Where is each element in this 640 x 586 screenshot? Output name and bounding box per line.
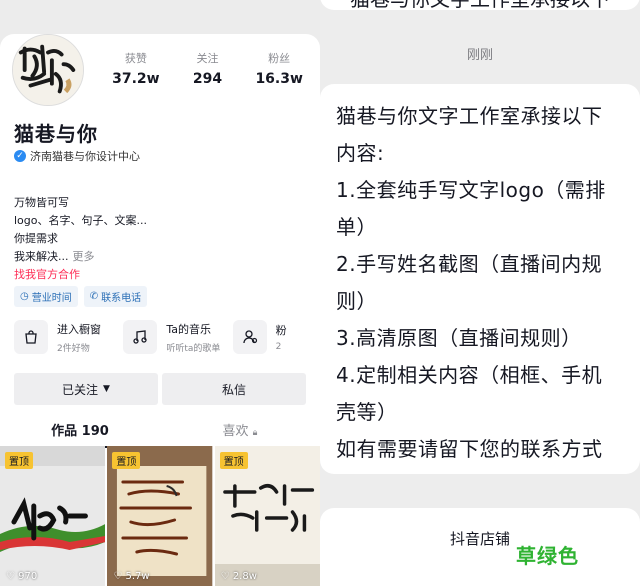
likes-count: 2.8w bbox=[232, 571, 257, 582]
stat-following[interactable]: 关注 294 bbox=[172, 50, 244, 87]
video-grid: 置顶 ♡ 970 置顶 ♡ 5.7w 置顶 ♡ 2.8w bbox=[0, 446, 320, 586]
message-timestamp: 刚刚 bbox=[466, 48, 493, 63]
shopping-bag-icon bbox=[14, 320, 48, 354]
message-line: 则） bbox=[336, 289, 377, 313]
shortcut-title: 进入橱窗 bbox=[57, 322, 101, 336]
previous-message-bubble[interactable]: 猫巷与你文字工作室承接以下 bbox=[320, 0, 640, 10]
shortcut-title: Ta的音乐 bbox=[166, 322, 211, 336]
tag-label: 营业时间 bbox=[31, 293, 72, 304]
tab-likes[interactable]: 喜欢 🔒︎ bbox=[160, 418, 320, 448]
profile-panel: 获赞 37.2w 关注 294 粉丝 16.3w 猫巷与你 ✓ 济南猫巷与你设计… bbox=[0, 0, 320, 586]
pinned-badge: 置顶 bbox=[5, 452, 33, 469]
bio-more-link[interactable]: 更多 bbox=[73, 250, 95, 263]
profile-bio: 万物皆可写 logo、名字、句子、文案... 你提需求 我来解决... 更多 找我… bbox=[14, 194, 147, 284]
shortcut-music[interactable]: Ta的音乐 听听ta的歌单 bbox=[123, 320, 224, 354]
profile-actions: 已关注 ▼ 私信 bbox=[14, 373, 306, 405]
message-line: 单） bbox=[336, 215, 377, 239]
stat-label: 获赞 bbox=[124, 52, 147, 65]
music-note-icon bbox=[123, 320, 158, 354]
stat-value: 16.3w bbox=[255, 71, 303, 87]
message-line: 4.定制相关内容（相框、手机 bbox=[336, 363, 603, 387]
likes-count: 970 bbox=[18, 571, 38, 582]
contact-tags: ◷ 营业时间 ✆ 联系电话 bbox=[14, 286, 148, 307]
message-label: 私信 bbox=[221, 382, 246, 397]
watermark: 草绿色 bbox=[516, 544, 579, 568]
shortcut-subtitle: 听听ta的歌单 bbox=[166, 343, 221, 354]
message-line: 2.手写姓名截图（直播间内规 bbox=[336, 252, 603, 276]
verification-label: 济南猫巷与你设计中心 bbox=[30, 150, 140, 163]
official-cooperation-link[interactable]: 找我官方合作 bbox=[14, 266, 147, 284]
profile-nickname: 猫巷与你 bbox=[14, 122, 98, 146]
bio-line: logo、名字、句子、文案... bbox=[14, 214, 147, 227]
bio-last-line: 我来解决... bbox=[14, 250, 69, 263]
pinned-badge: 置顶 bbox=[219, 452, 248, 469]
clock-icon: ◷ bbox=[20, 291, 29, 302]
pinned-badge: 置顶 bbox=[112, 452, 141, 469]
message-line: 3.高清原图（直播间规则） bbox=[336, 326, 582, 350]
tab-works[interactable]: 作品 190 bbox=[0, 418, 160, 448]
bio-line: 你提需求 bbox=[14, 232, 58, 245]
stat-value: 37.2w bbox=[112, 71, 160, 87]
video-tile[interactable]: 置顶 ♡ 970 bbox=[0, 446, 106, 586]
message-line: 1.全套纯手写文字logo（需排 bbox=[336, 178, 606, 202]
profile-card: 获赞 37.2w 关注 294 粉丝 16.3w 猫巷与你 ✓ 济南猫巷与你设计… bbox=[0, 34, 320, 586]
shortcut-title: 粉 bbox=[275, 324, 287, 337]
stat-followers[interactable]: 粉丝 16.3w bbox=[243, 50, 315, 87]
shop-link-label: 抖音店铺 bbox=[449, 530, 510, 548]
shortcut-fans[interactable]: 粉 2 bbox=[232, 320, 320, 354]
message-line: 如有需要请留下您的联系方式 bbox=[336, 437, 603, 461]
verified-check-icon: ✓ bbox=[14, 150, 26, 162]
verification-badge[interactable]: ✓ 济南猫巷与你设计中心 bbox=[14, 148, 140, 164]
video-likes: ♡ 5.7w bbox=[113, 571, 150, 582]
video-likes: ♡ 2.8w bbox=[220, 571, 257, 582]
video-tile[interactable]: 置顶 ♡ 5.7w bbox=[107, 446, 213, 586]
tag-label: 联系电话 bbox=[101, 293, 142, 304]
stat-likes[interactable]: 获赞 37.2w bbox=[100, 50, 172, 87]
likes-count: 5.7w bbox=[125, 571, 150, 582]
profile-tabs: 作品 190 喜欢 🔒︎ bbox=[0, 418, 320, 448]
stat-label: 关注 bbox=[196, 52, 219, 65]
stat-value: 294 bbox=[192, 71, 223, 87]
shortcut-subtitle: 2件好物 bbox=[57, 343, 90, 354]
message-line: 内容: bbox=[336, 141, 385, 165]
following-button[interactable]: 已关注 ▼ bbox=[14, 373, 158, 405]
avatar[interactable] bbox=[12, 34, 84, 106]
tab-label: 喜欢 bbox=[222, 424, 249, 439]
message-line: 壳等） bbox=[336, 400, 398, 424]
shortcut-subtitle: 2 bbox=[275, 342, 282, 352]
following-label: 已关注 bbox=[62, 382, 99, 397]
avatar-calligraphy-icon bbox=[13, 35, 83, 105]
message-line: 猫巷与你文字工作室承接以下 bbox=[336, 104, 603, 128]
video-tile[interactable]: 置顶 ♡ 2.8w bbox=[214, 446, 320, 586]
douyin-shop-link[interactable]: 抖音店铺 bbox=[320, 508, 640, 586]
profile-stats: 获赞 37.2w 关注 294 粉丝 16.3w bbox=[100, 50, 315, 87]
tag-business-hours[interactable]: ◷ 营业时间 bbox=[14, 286, 78, 307]
lock-icon: 🔒︎ bbox=[252, 428, 258, 438]
message-bubble[interactable]: 猫巷与你文字工作室承接以下 内容: 1.全套纯手写文字logo（需排 单） 2.… bbox=[320, 84, 640, 474]
tab-label: 作品 190 bbox=[51, 424, 109, 439]
bio-line: 我来解决... 更多 bbox=[14, 248, 147, 266]
bio-line: 万物皆可写 bbox=[14, 196, 69, 209]
shortcut-showcase[interactable]: 进入橱窗 2件好物 bbox=[14, 320, 115, 354]
phone-icon: ✆ bbox=[89, 291, 99, 302]
tag-phone[interactable]: ✆ 联系电话 bbox=[83, 286, 148, 307]
stat-label: 粉丝 bbox=[268, 52, 291, 65]
people-icon bbox=[232, 320, 267, 354]
video-likes: ♡ 970 bbox=[6, 571, 38, 582]
profile-shortcuts: 进入橱窗 2件好物 Ta的音乐 听听ta的歌单 粉 2 bbox=[14, 320, 320, 354]
chat-panel: 猫巷与你文字工作室承接以下 刚刚 猫巷与你文字工作室承接以下 内容: 1.全套纯… bbox=[320, 0, 640, 586]
message-button[interactable]: 私信 bbox=[162, 373, 306, 405]
previous-message-text: 猫巷与你文字工作室承接以下 bbox=[350, 0, 610, 10]
caret-down-icon: ▼ bbox=[103, 384, 110, 394]
